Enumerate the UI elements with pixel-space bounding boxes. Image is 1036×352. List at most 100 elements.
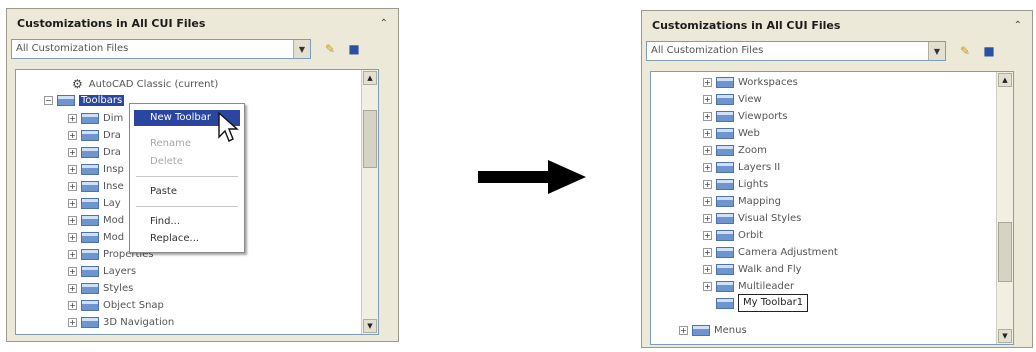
tree-node[interactable]: + Multileader — [703, 278, 794, 294]
double-chevron-up-icon[interactable]: ⌃ — [380, 18, 388, 29]
rename-textbox[interactable]: My Toolbar1 — [738, 294, 809, 312]
expand-icon[interactable]: + — [68, 147, 77, 157]
tree-node[interactable]: + Orbit — [703, 227, 763, 243]
vertical-scrollbar[interactable]: ▲ ▼ — [361, 70, 378, 334]
tree-node[interactable]: + Dim — [68, 110, 123, 126]
tree-node-menus[interactable]: + Menus — [679, 322, 747, 338]
save-icon[interactable]: ■ — [345, 40, 363, 58]
expand-icon[interactable]: + — [68, 215, 77, 225]
menu-item-delete[interactable]: Delete — [134, 154, 240, 170]
scroll-thumb[interactable] — [998, 222, 1012, 282]
panel-title: Customizations in All CUI Files — [17, 16, 206, 30]
expand-icon[interactable]: + — [68, 249, 77, 259]
tree-node[interactable]: + Workspaces — [703, 74, 798, 90]
node-label: Web — [738, 127, 760, 139]
expand-icon[interactable]: + — [703, 111, 712, 121]
toolbar-icon — [716, 93, 734, 105]
chevron-down-icon[interactable]: ▼ — [293, 40, 310, 58]
tree-node[interactable]: + Camera Adjustment — [703, 244, 838, 260]
tree-node[interactable]: + Styles — [68, 280, 133, 296]
toolbar-icon — [716, 110, 734, 122]
expand-icon[interactable]: + — [703, 281, 712, 291]
menu-icon — [692, 324, 710, 336]
vertical-scrollbar[interactable]: ▲ ▼ — [996, 72, 1013, 344]
expand-icon[interactable]: + — [703, 179, 712, 189]
tree-node[interactable]: + Mod — [68, 212, 124, 228]
tree-node[interactable]: + Layers — [68, 263, 136, 279]
collapse-icon[interactable]: − — [44, 95, 53, 105]
tree-node[interactable]: + Mapping — [703, 193, 781, 209]
toolbar-icon — [81, 163, 99, 175]
tree-node[interactable]: + Walk and Fly — [703, 261, 802, 277]
expand-icon[interactable]: + — [68, 198, 77, 208]
tree-node[interactable]: + View — [703, 91, 762, 107]
customization-tree[interactable]: + Workspaces + View + Viewports + Web + Zoom … — [650, 71, 1014, 345]
toolbar-icon — [716, 297, 734, 309]
expand-icon[interactable]: + — [68, 232, 77, 242]
menu-item-paste[interactable]: Paste — [134, 184, 240, 200]
tree-node[interactable]: + Object Snap — [68, 297, 164, 313]
expand-icon[interactable]: + — [703, 162, 712, 172]
toolbar-icon — [716, 161, 734, 173]
scroll-thumb[interactable] — [363, 110, 377, 168]
node-label: Lay — [103, 197, 121, 209]
tree-node[interactable]: + Viewports — [703, 108, 787, 124]
toolbar-icon — [81, 282, 99, 294]
save-icon[interactable]: ■ — [980, 42, 998, 60]
node-label: Insp — [103, 163, 124, 175]
toolbar-icon — [81, 146, 99, 158]
tree-node-workspace[interactable]: ⚙ AutoCAD Classic (current) — [72, 76, 218, 92]
load-partial-cui-icon[interactable]: ✎ — [956, 42, 974, 60]
scroll-down-icon[interactable]: ▼ — [363, 319, 377, 333]
toolbar-icon — [81, 180, 99, 192]
tree-node[interactable]: + Web — [703, 125, 760, 141]
scroll-up-icon[interactable]: ▲ — [363, 71, 377, 85]
tree-node-toolbars[interactable]: − Toolbars — [44, 92, 125, 108]
toolbar-icon — [57, 94, 75, 106]
scroll-down-icon[interactable]: ▼ — [998, 329, 1012, 343]
expand-icon[interactable]: + — [703, 145, 712, 155]
tree-node[interactable]: + Dra — [68, 144, 121, 160]
expand-icon[interactable]: + — [703, 230, 712, 240]
tree-node[interactable]: + Visual Styles — [703, 210, 801, 226]
tree-node[interactable]: + Mod — [68, 229, 124, 245]
chevron-down-icon[interactable]: ▼ — [928, 42, 945, 60]
node-label: Camera Adjustment — [738, 246, 838, 258]
node-label: Visual Styles — [738, 212, 802, 224]
expand-icon[interactable]: + — [68, 317, 77, 327]
tree-node[interactable]: + Insp — [68, 161, 124, 177]
expand-icon[interactable]: + — [703, 213, 712, 223]
expand-icon[interactable]: + — [703, 77, 712, 87]
expand-icon[interactable]: + — [703, 247, 712, 257]
expand-icon[interactable]: + — [68, 283, 77, 293]
toolbar-icon — [81, 129, 99, 141]
expand-icon[interactable]: + — [679, 325, 688, 335]
node-label: Lights — [738, 178, 769, 190]
menu-item-find[interactable]: Find... — [134, 214, 240, 230]
expand-icon[interactable]: + — [68, 181, 77, 191]
expand-icon[interactable]: + — [703, 128, 712, 138]
tree-node[interactable]: +3D Navigation — [68, 314, 174, 330]
customization-files-dropdown[interactable]: All Customization Files ▼ — [646, 41, 946, 61]
scroll-up-icon[interactable]: ▲ — [998, 73, 1012, 87]
tree-node[interactable]: + Inse — [68, 178, 124, 194]
tree-node[interactable]: + Zoom — [703, 142, 767, 158]
expand-icon[interactable]: + — [68, 266, 77, 276]
tree-node[interactable]: + Lay — [68, 195, 121, 211]
tree-node[interactable]: + Dra — [68, 127, 121, 143]
expand-icon[interactable]: + — [703, 264, 712, 274]
customization-files-dropdown[interactable]: All Customization Files ▼ — [11, 39, 311, 59]
expand-icon[interactable]: + — [68, 113, 77, 123]
tree-node[interactable]: + Lights — [703, 176, 768, 192]
expand-icon[interactable]: + — [68, 130, 77, 140]
double-chevron-up-icon[interactable]: ⌃ — [1014, 20, 1022, 31]
load-partial-cui-icon[interactable]: ✎ — [321, 40, 339, 58]
toolbar-icon — [81, 265, 99, 277]
expand-icon[interactable]: + — [68, 164, 77, 174]
expand-icon[interactable]: + — [703, 196, 712, 206]
tree-node[interactable]: + Layers II — [703, 159, 780, 175]
expand-icon[interactable]: + — [703, 94, 712, 104]
expand-icon[interactable]: + — [68, 300, 77, 310]
menu-item-replace[interactable]: Replace... — [134, 231, 240, 247]
tree-node-new-toolbar[interactable]: My Toolbar1 — [716, 294, 809, 312]
